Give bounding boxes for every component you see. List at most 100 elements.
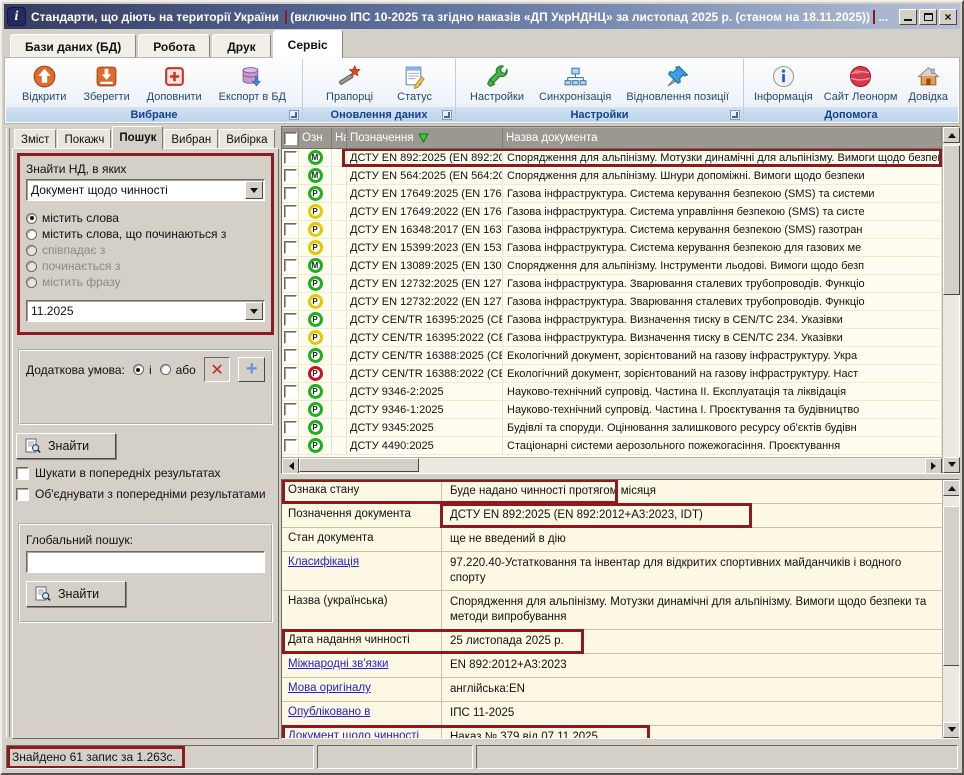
table-row[interactable]: Р ДСТУ 9345:2025 Будівлі та споруди. Оці… [282,419,942,437]
scroll-down-button[interactable] [943,457,960,473]
header-ozn[interactable]: Озн [299,127,332,149]
dialog-launcher-icon[interactable] [730,110,740,120]
row-checkbox[interactable] [284,151,297,164]
row-checkbox[interactable] [284,259,297,272]
table-row[interactable]: Р ДСТУ CEN/TR 16395:2022 (CEN/TR 16395 Г… [282,329,942,347]
row-checkbox[interactable] [284,223,297,236]
select-all-checkbox[interactable] [284,132,297,145]
radio-and[interactable]: і [133,362,152,378]
row-checkbox[interactable] [284,205,297,218]
table-row[interactable]: Р ДСТУ 9346-2:2025 Науково-технічний суп… [282,383,942,401]
sync-button[interactable]: Синхронізація [534,61,616,105]
checkbox-search-previous[interactable]: Шукати в попередніх результатах [16,466,275,480]
search-field-select[interactable]: Документ щодо чинності [26,179,265,201]
scroll-right-button[interactable] [925,458,942,473]
detail-link[interactable]: Опубліковано в [288,706,370,718]
add-condition-button[interactable]: + [238,357,265,382]
sidebar-tab-pokazhch[interactable]: Покажч [57,129,111,149]
detail-link[interactable]: Документ щодо чинності [288,730,419,738]
row-checkbox[interactable] [284,367,297,380]
checkbox-merge-previous[interactable]: Об'єднувати з попередніми результатами [16,487,275,501]
table-row[interactable]: Р ДСТУ EN 15399:2023 (EN 15399:2018, Газ… [282,239,942,257]
left-splitter-gutter[interactable] [4,126,12,739]
table-row[interactable]: Р ДСТУ EN 12732:2025 (EN 12732:2021, Газ… [282,275,942,293]
minimize-button[interactable] [899,9,917,25]
status-button[interactable]: Статус [392,61,437,105]
export-db-button[interactable]: Експорт в БД [214,61,291,105]
remove-condition-button[interactable]: ✕ [204,357,231,382]
row-checkbox[interactable] [284,331,297,344]
scroll-up-button[interactable] [943,127,960,143]
row-checkbox[interactable] [284,169,297,182]
detail-link[interactable]: Міжнародні зв'язки [288,658,388,670]
table-row[interactable]: Р ДСТУ CEN/TR 16395:2025 (CEN/TR 16395 Г… [282,311,942,329]
table-row[interactable]: М ДСТУ EN 564:2025 (EN 564:2023, IDT) Сп… [282,167,942,185]
row-checkbox[interactable] [284,385,297,398]
scroll-up-button[interactable] [943,480,960,496]
tab-robota[interactable]: Робота [138,34,210,58]
radio-or[interactable]: або [160,362,196,378]
table-row[interactable]: Р ДСТУ EN 12732:2022 (EN 12732:2021, Газ… [282,293,942,311]
header-naya[interactable]: Ная [332,127,347,149]
flags-button[interactable]: Прапорці [321,61,378,105]
vertical-thumb[interactable] [943,506,960,666]
find-button[interactable]: Знайти [16,433,116,459]
header-nazva[interactable]: Назва документа [503,127,942,149]
restore-position-button[interactable]: Відновлення позиції [621,61,734,105]
row-checkbox[interactable] [284,439,297,452]
details-vertical-scrollbar[interactable] [942,480,959,738]
sidebar-tab-vybirka[interactable]: Вибірка [219,129,274,149]
tab-druk[interactable]: Друк [212,34,270,58]
scroll-left-button[interactable] [282,458,299,473]
dialog-launcher-icon[interactable] [442,110,452,120]
search-term-select[interactable]: 11.2025 [26,300,265,322]
table-row[interactable]: М ДСТУ EN 892:2025 (EN 892:2012+A3:2023,… [282,149,942,167]
open-button[interactable]: Відкрити [17,61,71,105]
table-row[interactable]: Р ДСТУ CEN/TR 16388:2022 (CEN/TR 16388 Е… [282,365,942,383]
maximize-button[interactable] [919,9,937,25]
row-checkbox[interactable] [284,403,297,416]
row-checkbox[interactable] [284,241,297,254]
vertical-track[interactable] [943,143,959,457]
row-checkbox[interactable] [284,295,297,308]
settings-button[interactable]: Настройки [465,61,529,105]
save-button[interactable]: Зберегти [78,61,134,105]
filter-icon[interactable] [418,133,429,143]
help-button[interactable]: Довідка [903,61,953,105]
site-leonorm-button[interactable]: Сайт Леонорм [819,61,903,105]
row-checkbox[interactable] [284,421,297,434]
row-checkbox[interactable] [284,277,297,290]
table-vertical-scrollbar[interactable] [942,127,959,473]
global-search-input[interactable] [26,551,265,573]
radio-starts-with-words[interactable]: містить слова, що починаються з [26,226,265,242]
global-find-button[interactable]: Знайти [26,581,126,607]
sidebar-tab-poshuk[interactable]: Пошук [112,126,163,149]
table-row[interactable]: Р ДСТУ 9346-1:2025 Науково-технічний суп… [282,401,942,419]
table-row[interactable]: М ДСТУ EN 13089:2025 (EN 13089:2011+ Спо… [282,257,942,275]
header-poznachennya[interactable]: Позначення [347,127,503,149]
detail-link[interactable]: Мова оригіналу [288,682,371,694]
row-checkbox[interactable] [284,313,297,326]
chevron-down-icon[interactable] [245,181,263,199]
vertical-thumb[interactable] [943,145,960,295]
table-row[interactable]: Р ДСТУ EN 16348:2017 (EN 16348:2013, Газ… [282,221,942,239]
row-checkbox[interactable] [284,187,297,200]
scroll-down-button[interactable] [943,722,960,738]
tab-servis[interactable]: Сервіс [273,30,343,58]
detail-link[interactable]: Класифікація [288,556,359,568]
table-row[interactable]: Р ДСТУ EN 17649:2022 (EN 17649:2022, Газ… [282,203,942,221]
vertical-track[interactable] [943,496,959,722]
row-checkbox[interactable] [284,349,297,362]
table-row[interactable]: Р ДСТУ EN 17649:2025 (EN 17649:2022, Газ… [282,185,942,203]
info-button[interactable]: Інформація [749,61,818,105]
tab-databases[interactable]: Бази даних (БД) [10,34,136,58]
horizontal-track[interactable] [299,458,925,473]
header-checkbox-column[interactable] [282,127,299,149]
close-button[interactable]: × [939,9,957,25]
sidebar-tab-vybran[interactable]: Вибран [164,129,218,149]
horizontal-scrollbar[interactable] [282,457,942,473]
radio-contains-words[interactable]: містить слова [26,210,265,226]
sidebar-tab-zmist[interactable]: Зміст [14,129,56,149]
table-row[interactable]: Р ДСТУ CEN/TR 16388:2025 (CEN/TR 16388 Е… [282,347,942,365]
dialog-launcher-icon[interactable] [289,110,299,120]
